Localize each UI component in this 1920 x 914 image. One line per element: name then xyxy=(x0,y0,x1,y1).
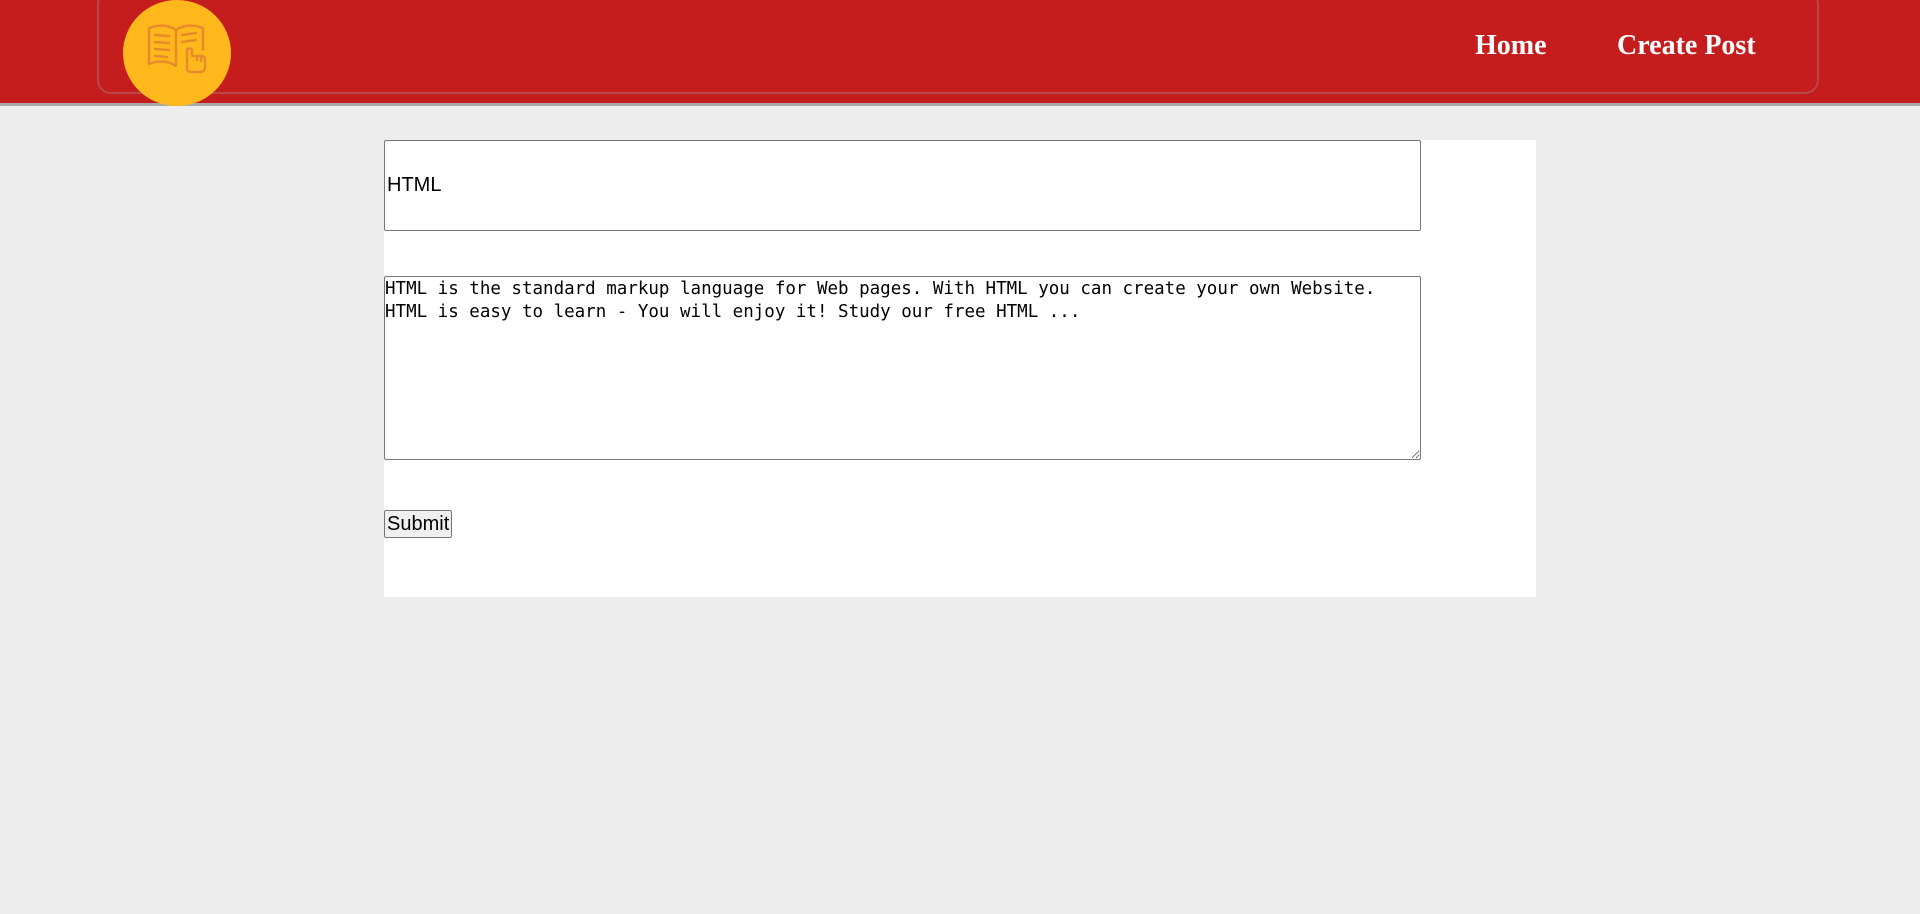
post-form-panel: HTML is the standard markup language for… xyxy=(384,140,1536,597)
site-header: Home Create Post xyxy=(0,0,1920,106)
nav-create-post-link[interactable]: Create Post xyxy=(1617,30,1756,62)
book-reading-icon xyxy=(145,20,209,87)
post-body-textarea[interactable]: HTML is the standard markup language for… xyxy=(384,276,1421,460)
site-logo[interactable] xyxy=(123,0,231,106)
submit-button[interactable]: Submit xyxy=(384,510,453,538)
post-title-input[interactable] xyxy=(384,140,1421,231)
header-frame xyxy=(97,0,1819,94)
nav-home-link[interactable]: Home xyxy=(1475,30,1547,62)
